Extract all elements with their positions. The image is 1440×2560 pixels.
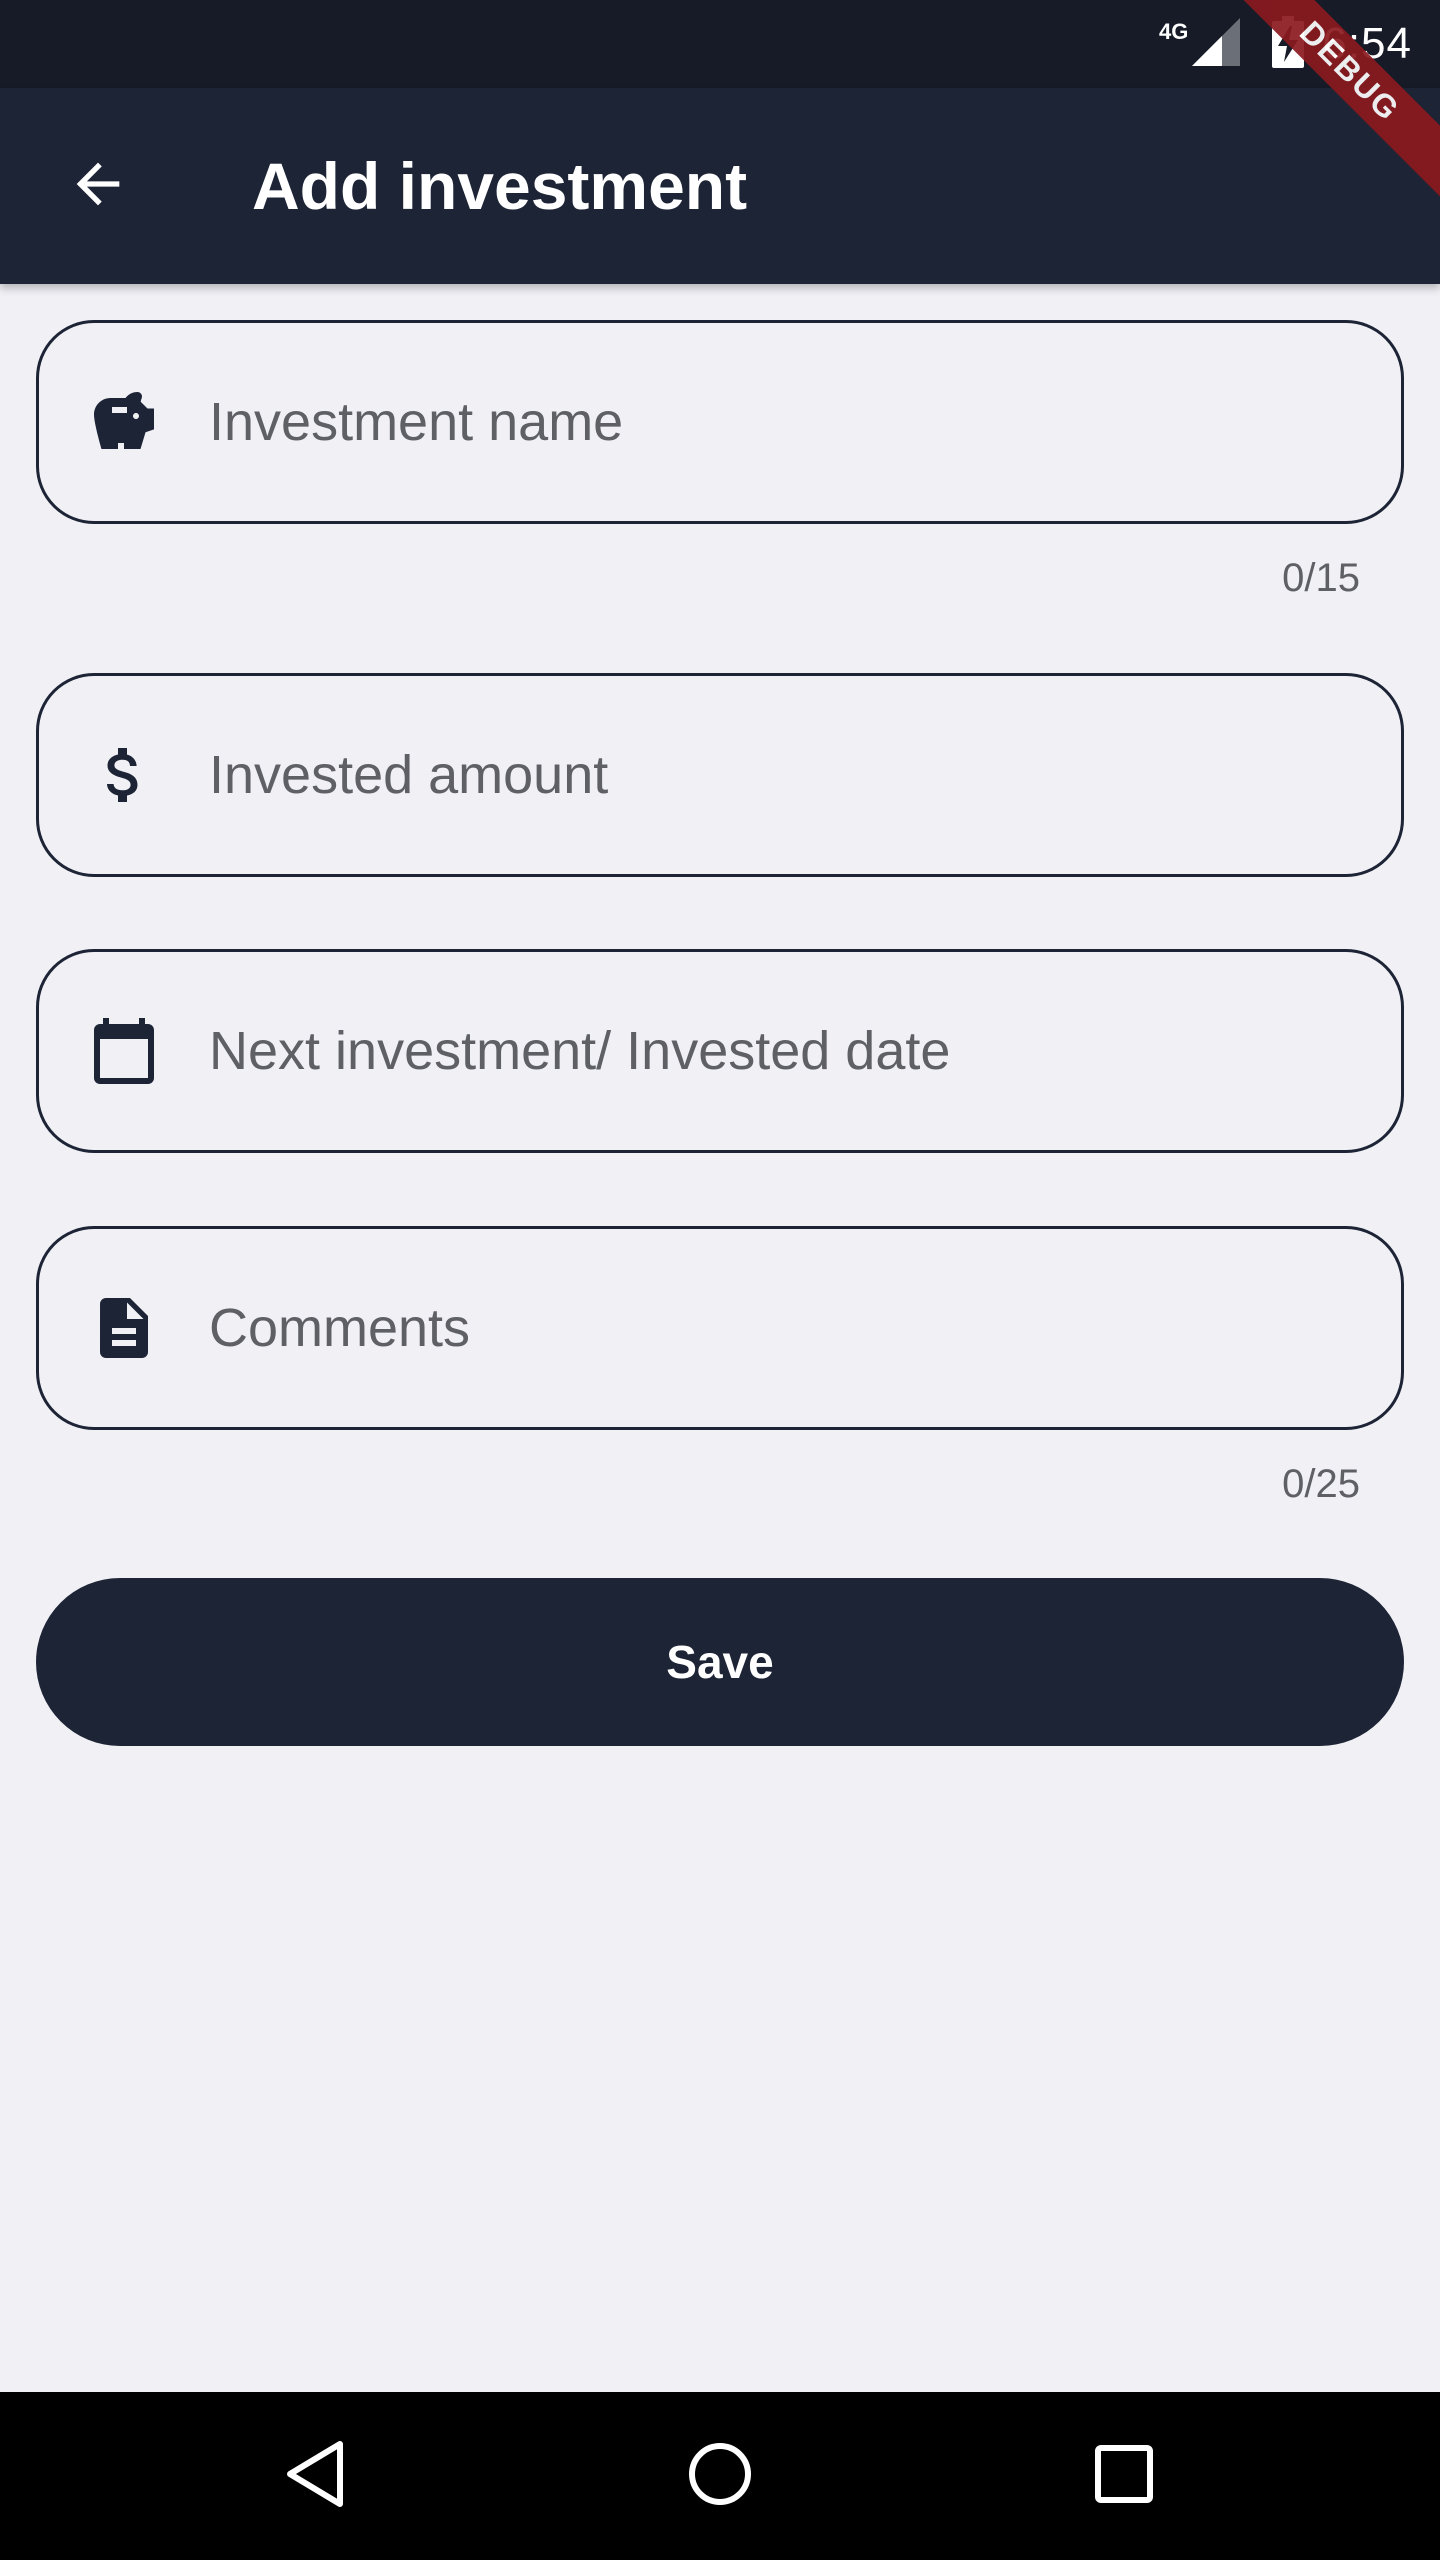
save-button[interactable]: Save (36, 1578, 1404, 1746)
piggy-bank-icon (79, 386, 169, 458)
arrow-back-icon (66, 152, 130, 221)
dollar-icon (79, 739, 169, 811)
document-icon (79, 1292, 169, 1364)
comments-input[interactable] (209, 1297, 1309, 1359)
nav-back-button[interactable] (266, 2426, 366, 2526)
circle-home-icon (684, 2438, 756, 2515)
status-bar: 4G 6:54 (0, 0, 1440, 88)
page-title: Add investment (252, 149, 748, 223)
investment-name-field[interactable] (36, 320, 1404, 524)
battery-charging-icon (1272, 15, 1305, 73)
nav-home-button[interactable] (670, 2426, 770, 2526)
clock: 6:54 (1322, 19, 1412, 68)
comments-field[interactable] (36, 1226, 1404, 1430)
system-nav-bar (0, 2392, 1440, 2560)
triangle-back-icon (280, 2438, 352, 2515)
investment-name-counter: 0/15 (1282, 556, 1360, 600)
signal-icon (1192, 17, 1241, 71)
investment-date-input[interactable] (209, 1020, 1309, 1082)
calendar-icon (79, 1015, 169, 1087)
status-icons: 4G 6:54 (1159, 0, 1412, 88)
investment-name-input[interactable] (209, 391, 1309, 453)
invested-amount-input[interactable] (209, 744, 1309, 806)
app-bar: Add investment (0, 88, 1440, 284)
square-recents-icon (1092, 2442, 1156, 2511)
nav-recents-button[interactable] (1074, 2426, 1174, 2526)
investment-date-field[interactable] (36, 949, 1404, 1153)
network-type: 4G (1159, 19, 1189, 44)
invested-amount-field[interactable] (36, 673, 1404, 877)
comments-counter: 0/25 (1282, 1462, 1360, 1506)
back-button[interactable] (50, 138, 146, 234)
